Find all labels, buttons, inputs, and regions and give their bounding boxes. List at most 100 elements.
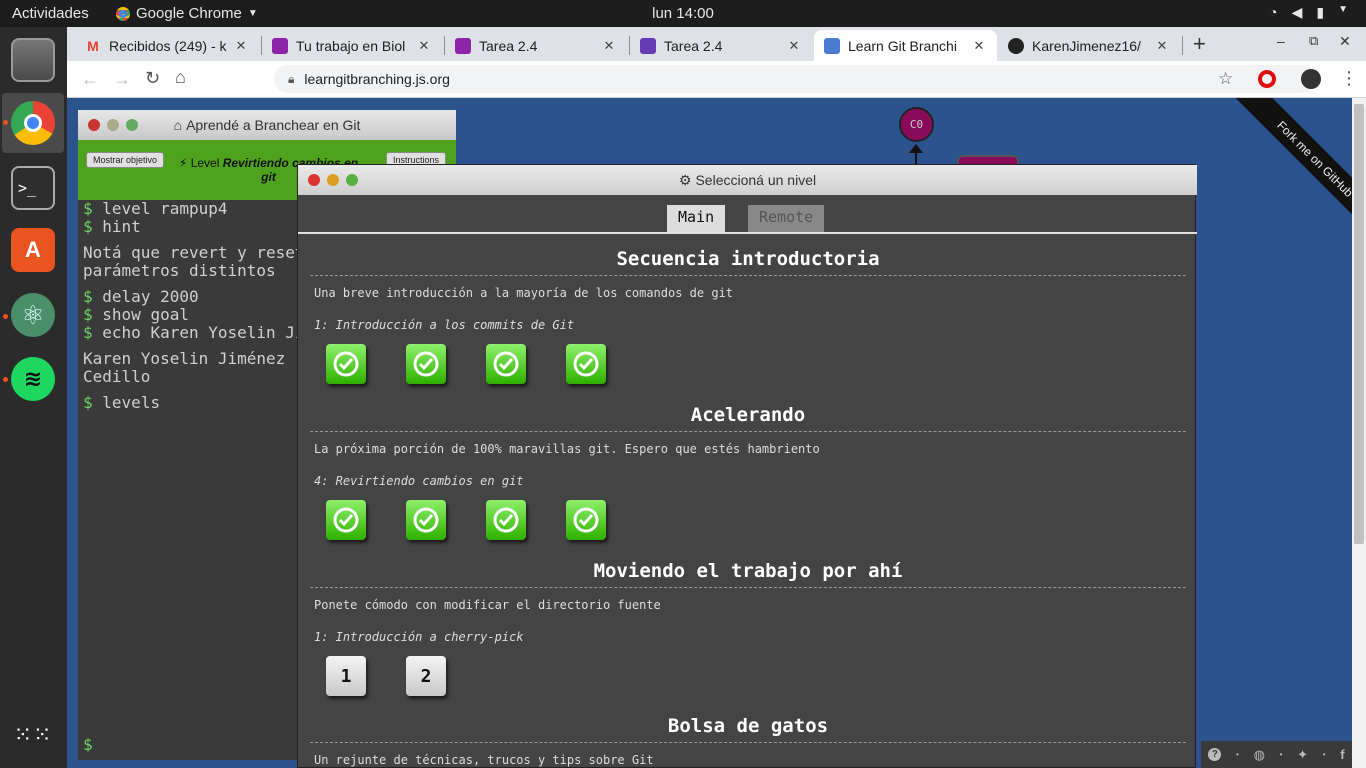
wifi-icon: ◔ [1269,4,1278,20]
learngit-icon [824,37,840,54]
menu-icon[interactable]: ⋮ [1340,68,1358,89]
tab-forms[interactable]: Tarea 2.4 ✕ [630,30,812,61]
check-icon [493,507,519,533]
level-box-solved[interactable] [486,500,526,540]
close-light[interactable] [88,119,100,131]
home-button[interactable]: ⌂ [175,67,186,88]
check-icon [573,351,599,377]
terminal-line: show goal [102,305,189,324]
forward-button[interactable]: → [113,69,131,90]
level-box-solved[interactable] [566,344,606,384]
tab-classroom-2[interactable]: Tarea 2.4 ✕ [445,30,627,61]
top-bar: Actividades Google Chrome ▼ lun 14:00 ◔ … [0,0,1366,27]
section-description: Un rejunte de técnicas, trucos y tips so… [314,753,654,767]
level-box[interactable]: 1 [326,656,366,696]
software-dock-icon[interactable]: A [11,228,55,272]
opera-extension-icon[interactable] [1258,70,1276,88]
files-icon[interactable] [11,38,55,82]
command-window-title: Aprendé a Branchear en Git [186,117,361,133]
section-heading: Bolsa de gatos [667,715,829,737]
facebook-icon[interactable]: f [1340,747,1344,762]
selected-level: 4: Revirtiendo cambios en git [314,474,524,488]
commit-node[interactable]: C0 [899,107,934,142]
level-box[interactable]: 2 [406,656,446,696]
omnibox[interactable]: 🔒︎ learngitbranching.js.org [274,65,1316,93]
level-section: Acelerando La próxima porción de 100% ma… [310,404,1186,560]
tab-gmail[interactable]: M Recibidos (249) - k ✕ [75,30,259,61]
extension-icon[interactable] [1301,69,1321,89]
scrollbar-thumb[interactable] [1354,104,1364,544]
check-icon [573,507,599,533]
gear-icon: ⚙ [678,171,692,188]
spotify-dock-icon[interactable]: ≋ [11,357,55,401]
level-box-solved[interactable] [566,500,606,540]
twitter-icon[interactable]: ✦ [1297,747,1308,763]
level-box-solved[interactable] [486,344,526,384]
terminal-line: Cedillo [83,367,151,386]
section-description: Una breve introducción a la mayoría de l… [314,286,734,300]
footer-links: ? • ◍ • ✦ • f [1201,741,1352,768]
minimize-light[interactable] [327,174,339,186]
level-box-solved[interactable] [406,500,446,540]
section-description: La próxima porción de 100% maravillas gi… [314,442,820,456]
tab-classroom-1[interactable]: Tu trabajo en Biol ✕ [262,30,442,61]
zoom-light[interactable] [126,119,138,131]
level-section: Moviendo el trabajo por ahí Ponete cómod… [310,560,1186,716]
minimize-light[interactable] [107,119,119,131]
atom-dock-icon[interactable]: ⚛ [11,293,55,337]
modal-titlebar: ⚙ Seleccioná un nivel [298,165,1197,195]
terminal-line: level rampup4 [102,199,228,218]
forms-icon [640,37,656,54]
tab-main[interactable]: Main [667,205,726,232]
check-icon [413,507,439,533]
lightning-icon: ⚡ [178,156,188,170]
check-icon [493,351,519,377]
level-section: Bolsa de gatos Un rejunte de técnicas, t… [310,715,1186,767]
tab-learn-git-branching[interactable]: Learn Git Branchi ✕ [814,30,997,61]
close-window-button[interactable]: ✕ [1339,33,1351,50]
url-text: learngitbranching.js.org [304,71,450,87]
system-tray[interactable]: ◔ ◀ ▮ ▼ [1269,4,1348,21]
zoom-light[interactable] [346,174,358,186]
lock-icon: 🔒︎ [288,71,295,86]
terminal-line: delay 2000 [102,287,199,306]
show-apps-icon[interactable]: ⁙⁙ [11,713,55,757]
minimize-button[interactable]: ‒ [1277,33,1285,49]
show-goal-button[interactable]: Mostrar objetivo [86,152,165,168]
tab-remote[interactable]: Remote [748,205,825,232]
volume-icon: ◀ [1291,4,1303,20]
new-tab-button[interactable]: + [1193,31,1206,57]
close-tab-icon[interactable]: ✕ [233,38,249,54]
level-box-solved[interactable] [326,344,366,384]
close-tab-icon[interactable]: ✕ [601,38,617,54]
toolbar: ← → ↻ ⌂ 🔒︎ learngitbranching.js.org ☆ ⋮ [67,61,1366,98]
restore-button[interactable]: ⧉ [1309,33,1318,49]
tab-github[interactable]: KarenJimenez16/ ✕ [998,30,1180,61]
section-heading: Moviendo el trabajo por ahí [593,560,903,582]
back-button[interactable]: ← [81,69,99,90]
clock[interactable]: lun 14:00 [0,5,1366,22]
bookmark-star-icon[interactable]: ☆ [1218,69,1233,89]
dock: >_ A ⚛ ≋ ⁙⁙ [0,27,67,768]
level-box-solved[interactable] [326,500,366,540]
selected-level: 1: Introducción a cherry-pick [314,630,524,644]
github-ribbon[interactable]: Fork me on GitHub [1210,98,1352,238]
close-tab-icon[interactable]: ✕ [971,38,987,54]
reload-button[interactable]: ↻ [145,68,160,89]
check-icon [413,351,439,377]
level-section: Secuencia introductoria Una breve introd… [310,248,1186,404]
terminal-dock-icon[interactable]: >_ [11,166,55,210]
section-heading: Acelerando [690,404,806,426]
help-icon[interactable]: ? [1208,748,1222,761]
close-tab-icon[interactable]: ✕ [1154,38,1170,54]
home-icon: ⌂ [173,117,183,133]
github-icon [1008,37,1024,54]
close-tab-icon[interactable]: ✕ [416,38,432,54]
level-box-solved[interactable] [406,344,446,384]
close-tab-icon[interactable]: ✕ [786,38,802,54]
chrome-dock-icon[interactable] [11,101,55,145]
command-prompt[interactable]: $ [83,735,93,754]
close-light[interactable] [308,174,320,186]
modal-tabs: Main Remote [298,195,1197,234]
globe-icon[interactable]: ◍ [1254,747,1265,763]
